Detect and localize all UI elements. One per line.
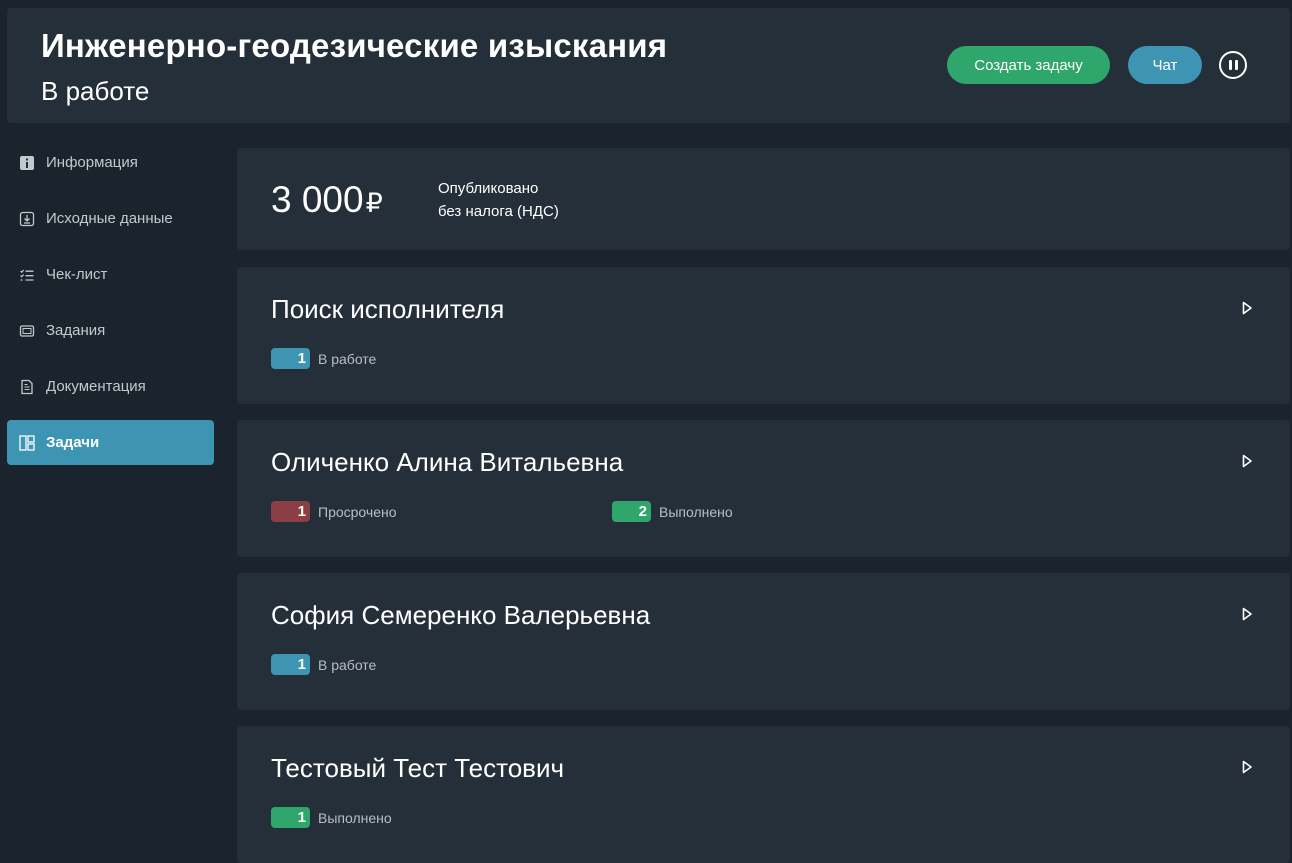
create-task-button[interactable]: Создать задачу: [947, 46, 1110, 84]
price-card: 3 000₽ Опубликовано без налога (НДС): [237, 148, 1290, 250]
task-card[interactable]: Оличенко Алина Витальевна 1 Просрочено 2…: [237, 420, 1290, 557]
sidebar-item-info[interactable]: Информация: [7, 140, 214, 185]
status-count: 1: [271, 654, 310, 675]
sidebar-item-source-data[interactable]: Исходные данные: [7, 196, 214, 241]
sidebar-item-label: Информация: [46, 154, 138, 171]
chat-button[interactable]: Чат: [1128, 46, 1202, 84]
sidebar-item-tasks[interactable]: Задачи: [7, 420, 214, 465]
task-title: София Семеренко Валерьевна: [271, 600, 651, 630]
status-label: В работе: [318, 350, 377, 367]
sidebar-item-assignments[interactable]: Задания: [7, 308, 214, 353]
task-card[interactable]: Поиск исполнителя 1 В работе: [237, 267, 1290, 404]
status-label: Выполнено: [659, 503, 733, 520]
price-note: Опубликовано без налога (НДС): [438, 177, 559, 223]
sidebar-item-documentation[interactable]: Документация: [7, 364, 214, 409]
status-count: 2: [612, 501, 651, 522]
status-badge: 1 В работе: [271, 654, 376, 675]
document-icon: [19, 379, 35, 395]
status-count: 1: [271, 348, 310, 369]
status-count: 1: [271, 807, 310, 828]
status-badge: 1 Просрочено: [271, 501, 397, 522]
tax-note: без налога (НДС): [438, 203, 559, 220]
task-title: Поиск исполнителя: [271, 294, 505, 324]
badge-row: 1 Выполнено: [271, 807, 1171, 829]
page-title: Инженерно-геодезические изыскания: [41, 27, 668, 64]
badge-row: 1 В работе: [271, 348, 1171, 370]
task-title: Оличенко Алина Витальевна: [271, 447, 624, 477]
status-label: Выполнено: [318, 809, 392, 826]
sidebar-item-label: Чек-лист: [46, 266, 108, 283]
price-currency: ₽: [365, 188, 383, 218]
info-icon: [19, 155, 35, 171]
task-card[interactable]: Тестовый Тест Тестович 1 Выполнено: [237, 726, 1290, 863]
publish-status: Опубликовано: [438, 180, 539, 197]
status-label: В работе: [318, 656, 377, 673]
download-icon: [19, 211, 35, 227]
status-badge: 1 Выполнено: [271, 807, 392, 828]
badge-row: 1 В работе: [271, 654, 1171, 676]
status-label: Просрочено: [318, 503, 397, 520]
board-icon: [19, 434, 35, 451]
status-badge: 1 В работе: [271, 348, 376, 369]
status-badge: 2 Выполнено: [612, 501, 733, 522]
sidebar-item-label: Исходные данные: [46, 210, 173, 227]
play-arrow-icon[interactable]: [1240, 607, 1254, 621]
status-count: 1: [271, 501, 310, 522]
sidebar-item-label: Задачи: [46, 434, 100, 451]
checklist-icon: [19, 267, 35, 283]
play-arrow-icon[interactable]: [1240, 760, 1254, 774]
badge-row: 1 Просрочено 2 Выполнено: [271, 501, 1171, 523]
task-title: Тестовый Тест Тестович: [271, 753, 565, 783]
price-amount: 3 000₽: [271, 179, 383, 221]
sidebar: Информация Исходные данные Чек-лист Зада…: [7, 140, 214, 476]
price-value: 3 000: [271, 179, 364, 220]
cards-icon: [19, 323, 35, 339]
page-status: В работе: [41, 76, 150, 106]
sidebar-item-label: Задания: [46, 322, 106, 339]
page-header: Инженерно-геодезические изыскания В рабо…: [7, 8, 1290, 123]
pause-icon[interactable]: [1219, 51, 1247, 79]
play-arrow-icon[interactable]: [1240, 301, 1254, 315]
task-card[interactable]: София Семеренко Валерьевна 1 В работе: [237, 573, 1290, 710]
play-arrow-icon[interactable]: [1240, 454, 1254, 468]
sidebar-item-checklist[interactable]: Чек-лист: [7, 252, 214, 297]
sidebar-item-label: Документация: [46, 378, 146, 395]
